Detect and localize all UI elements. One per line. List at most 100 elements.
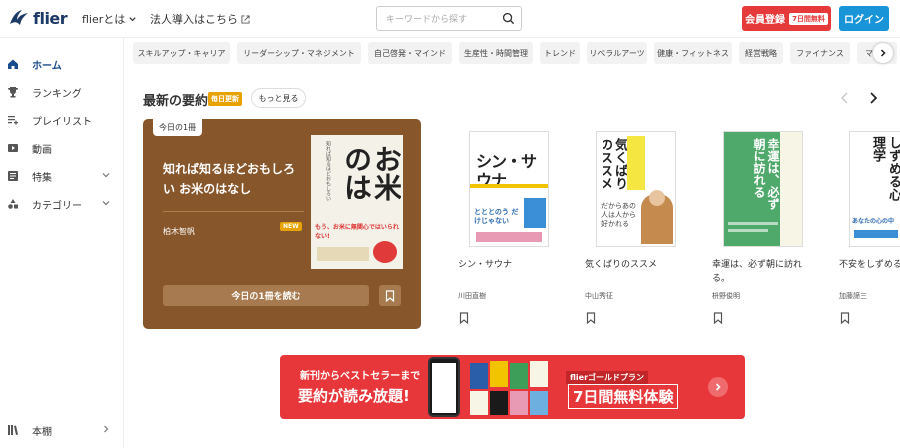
today-book-title: 知れば知るほどおもしろい お米のはなし: [163, 162, 296, 196]
bookmark-icon[interactable]: [586, 312, 596, 324]
cover-decoration: [476, 232, 542, 242]
divider: [163, 211, 304, 212]
nav-about-label: flierとは: [82, 13, 126, 26]
tag-chip[interactable]: ファイナンス: [790, 42, 850, 64]
chevron-right-icon: [880, 49, 886, 57]
banner-arrow-button[interactable]: [708, 377, 728, 397]
home-icon: [6, 57, 20, 71]
sidebar-item-video[interactable]: 動画: [0, 134, 123, 162]
top-header: flier flierとは 法人導入はこちら 会員登録 7日間無料 ログイン: [0, 0, 900, 38]
bookmark-button[interactable]: [379, 285, 401, 306]
search-input[interactable]: [377, 8, 497, 32]
sidebar-item-label: プレイリスト: [32, 116, 92, 128]
register-label: 会員登録: [745, 15, 786, 26]
feature-icon: [6, 169, 20, 183]
category-tags: スキルアップ・キャリア リーダーシップ・マネジメント 自己啓発・マインド 生産性…: [133, 42, 900, 65]
book-author: 加藤諦三: [839, 292, 867, 300]
tag-chip[interactable]: スキルアップ・キャリア: [133, 42, 230, 64]
tag-chip[interactable]: トレンド: [540, 42, 580, 64]
gold-plan-banner[interactable]: 新刊からベストセラーまで 要約が読み放題! flierゴールドプラン 7日間無料…: [280, 355, 745, 419]
chevron-down-icon: [129, 16, 136, 21]
category-icon: [6, 197, 20, 211]
chevron-right-icon: [104, 425, 109, 433]
bookmark-icon[interactable]: [840, 312, 850, 324]
see-more-button[interactable]: もっと見る: [251, 88, 306, 108]
phone-screen: [432, 363, 456, 413]
cover-decoration: [470, 184, 548, 188]
chevron-right-icon: [715, 383, 721, 391]
book-author: 枡野俊明: [712, 292, 740, 300]
bookmark-icon[interactable]: [713, 312, 723, 324]
cover-sub-text: とととのう だけじゃない: [474, 208, 519, 225]
nav-about-flier[interactable]: flierとは: [82, 11, 137, 27]
phone-illustration: [428, 357, 460, 417]
cover-decoration: [780, 132, 802, 246]
cover-tagline: もう、お米に無関心ではいられない!: [315, 224, 399, 240]
cover-decoration: [317, 247, 369, 261]
cover-decoration: [373, 241, 397, 263]
cover-decoration: [524, 198, 546, 228]
sidebar-item-playlist[interactable]: プレイリスト: [0, 106, 123, 134]
nav-corporate[interactable]: 法人導入はこちら: [150, 11, 250, 27]
video-icon: [6, 141, 20, 155]
sidebar-item-home[interactable]: ホーム: [0, 50, 123, 78]
book-cover[interactable]: 幸運は、必ず朝に訪れる: [723, 131, 803, 247]
banner-main-copy: 要約が読み放題!: [298, 387, 410, 405]
sidebar-item-ranking[interactable]: ランキング: [0, 78, 123, 106]
tag-chip[interactable]: 生産性・時間管理: [459, 42, 533, 64]
book-cover[interactable]: しずめる心理学 あなたの心の中: [849, 131, 900, 247]
sidebar-item-category[interactable]: カテゴリー: [0, 190, 123, 218]
book-cover[interactable]: シン・サウナ とととのう だけじゃない: [469, 131, 549, 247]
cover-main-text: しずめる心理学: [870, 136, 900, 201]
carousel-next-icon[interactable]: [866, 91, 880, 105]
today-book-author: 柏木智帆: [163, 227, 195, 236]
books-illustration: [470, 361, 548, 415]
tag-chip[interactable]: 自己啓発・マインド: [368, 42, 452, 64]
chevron-down-icon: [102, 173, 110, 178]
carousel-prev-icon[interactable]: [838, 91, 852, 105]
sidebar-item-bookshelf[interactable]: 本棚: [0, 416, 123, 444]
daily-update-badge: 毎日更新: [208, 92, 242, 106]
flier-bird-icon: [10, 10, 28, 25]
flier-logo[interactable]: flier: [8, 8, 68, 28]
today-book-cover: 知れば知るほどおもしろい お米のはなし もう、お米に無関心ではいられない!: [311, 135, 403, 269]
book-author: 川田直樹: [458, 292, 486, 300]
banner-headline: 新刊からベストセラーまで: [300, 371, 421, 382]
book-title[interactable]: 幸運は、必ず朝に訪れる。: [712, 258, 802, 286]
tag-chip[interactable]: リベラルアーツ: [587, 42, 647, 64]
book-cover[interactable]: 気くばりのススメ だからあの人は人から好かれる: [596, 131, 676, 247]
banner-trial-label: 7日間無料体験: [568, 384, 679, 409]
new-badge: NEW: [280, 222, 302, 231]
sidebar-item-label: カテゴリー: [32, 200, 82, 212]
cover-decoration: [728, 229, 768, 232]
search-icon[interactable]: [502, 12, 515, 25]
cover-main-text: 気くばりのススメ: [603, 138, 627, 190]
sidebar-item-label: 特集: [32, 172, 52, 184]
bookshelf-icon: [6, 423, 20, 437]
sidebar-item-label: 動画: [32, 144, 52, 156]
tag-chip[interactable]: 経営戦略: [739, 42, 783, 64]
today-book-card[interactable]: 今日の1冊 知れば知るほどおもしろい お米のはなし 柏木智帆 NEW 知れば知る…: [143, 119, 421, 329]
sidebar-item-feature[interactable]: 特集: [0, 162, 123, 190]
book-title[interactable]: 気くばりのススメ: [585, 258, 695, 272]
login-button[interactable]: ログイン: [839, 6, 889, 31]
tag-chip[interactable]: リーダーシップ・マネジメント: [237, 42, 361, 64]
register-button[interactable]: 会員登録 7日間無料: [742, 6, 831, 31]
cover-decoration: [854, 230, 898, 238]
sidebar: ホーム ランキング プレイリスト 動画 特集 カテゴリー 本棚: [0, 38, 124, 448]
cover-sub-text: あなたの心の中: [852, 218, 895, 225]
bookmark-icon[interactable]: [459, 312, 469, 324]
sidebar-item-label: 本棚: [32, 426, 52, 438]
read-today-book-button[interactable]: 今日の1冊を読む: [163, 285, 369, 306]
cover-decoration: [649, 190, 665, 206]
book-title[interactable]: シン・サウナ: [458, 258, 568, 272]
chevron-down-icon: [102, 201, 110, 206]
playlist-icon: [6, 113, 20, 127]
cover-decoration: [728, 222, 778, 225]
nav-corporate-label: 法人導入はこちら: [150, 13, 238, 26]
tags-scroll-right-button[interactable]: [873, 43, 893, 63]
tag-chip[interactable]: 健康・フィットネス: [654, 42, 732, 64]
book-author: 中山秀征: [585, 292, 613, 300]
external-link-icon: [241, 14, 250, 24]
book-title[interactable]: 不安をしずめる心理学: [839, 258, 900, 272]
